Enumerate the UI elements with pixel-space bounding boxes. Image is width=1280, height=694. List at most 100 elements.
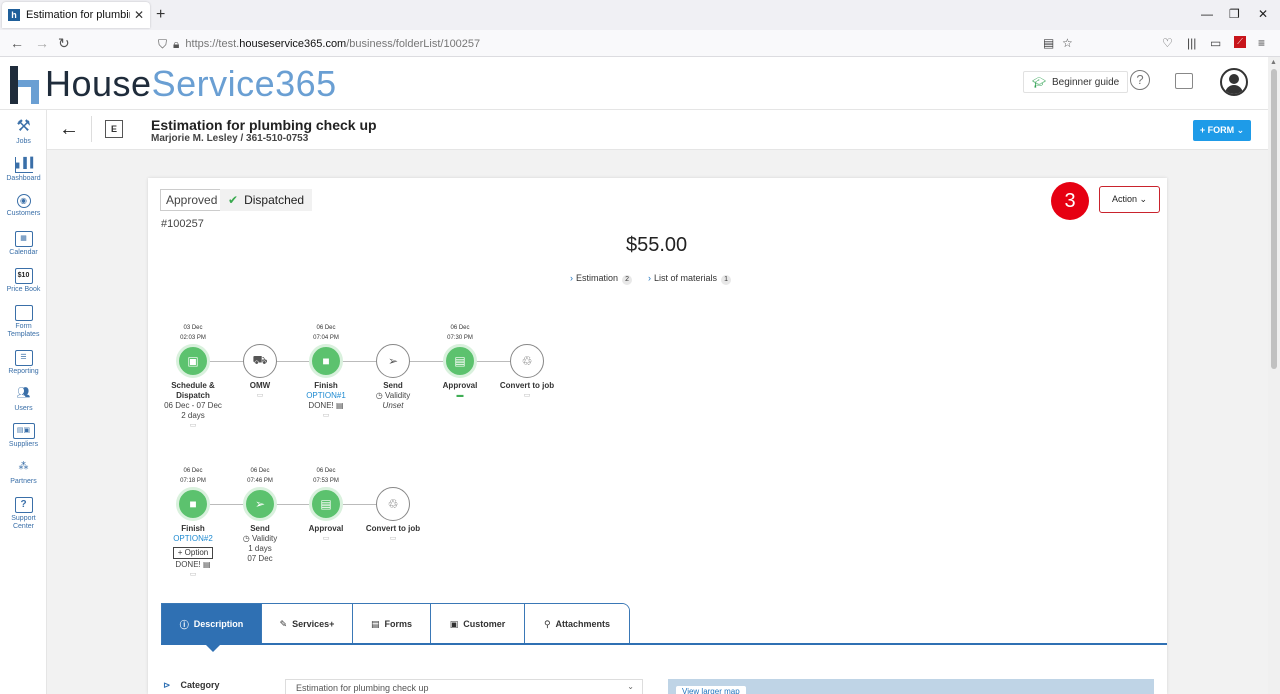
document-icon[interactable]: ▤ [203,560,211,569]
comment-icon[interactable]: ▭ [358,534,428,544]
browser-tabbar: h Estimation for plumbing check ✕ + — ❐ … [0,0,1280,30]
step-name: Schedule & [171,381,215,390]
action-button[interactable]: Action ⌄ [1099,186,1160,213]
step-time: 02:03 PM [180,335,206,341]
reader-view-icon[interactable]: ▤ [1043,36,1054,50]
tab-attachments[interactable]: ⚲ Attachments [525,604,629,644]
chevron-right-icon: › [570,273,573,283]
reporting-icon: ☰ [14,350,33,366]
tab-label: Attachments [555,619,611,629]
browser-tab[interactable]: h Estimation for plumbing check ✕ [2,2,150,28]
sidebar-item-form-templates[interactable]: Form Templates [0,305,47,339]
add-option-button[interactable]: + Option [172,547,214,559]
scrollbar-thumb[interactable] [1271,69,1277,369]
step-date: 06 Dec [250,468,270,474]
recycle-icon[interactable]: ♲ [376,487,410,521]
chevron-right-icon: › [648,273,651,283]
comment-icon[interactable]: ▭ [158,421,228,431]
paper-plane-icon[interactable]: ➢ [376,344,410,378]
step-name: Finish [181,524,205,533]
option-link[interactable]: OPTION#2 [158,534,228,544]
users-icon: 👥︎ [16,387,31,399]
approval-document-icon[interactable]: ▤ [309,487,343,521]
back-arrow-icon[interactable]: ← [59,118,79,141]
sidebar-item-calendar[interactable]: ▦ Calendar [0,231,47,257]
pocket-icon[interactable]: ♡ [1162,36,1173,50]
logo[interactable]: HouseService365 [7,62,337,104]
maximize-icon[interactable]: ❐ [1229,7,1240,21]
option-link[interactable]: OPTION#1 [291,391,361,401]
menu-icon[interactable]: ≡ [1258,36,1265,50]
location-map[interactable]: View larger map [668,679,1154,694]
chevron-down-icon: ⌄ [627,682,634,691]
comment-icon[interactable]: ▭ [291,534,361,544]
forward-icon[interactable]: → [35,35,49,51]
tab-forms[interactable]: ▤ Forms [353,604,431,644]
sidebar-item-label: Customers [6,210,41,217]
paper-plane-icon[interactable]: ➢ [243,487,277,521]
approval-document-icon[interactable]: ▤ [443,344,477,378]
browser-tab-title: Estimation for plumbing check [26,9,130,21]
step-name: Approval [442,381,478,390]
sidebar-item-customers[interactable]: ◉ Customers [0,194,47,218]
url-bar[interactable]: ⛉ 🔒︎ https://test. houseservice365.com/bu… [150,32,1084,56]
beginner-guide-button[interactable]: 🎓︎ Beginner guide [1023,71,1129,93]
extension-icon[interactable]: ⟋ [1234,36,1246,48]
back-icon[interactable]: ← [10,35,24,51]
sidebar-item-jobs[interactable]: ⚒ Jobs [0,119,47,146]
step-name: Send [250,524,270,533]
comment-icon[interactable]: ▬ [425,391,495,401]
calendar-check-icon[interactable]: ▣ [176,344,210,378]
reload-icon[interactable]: ↻ [58,35,70,52]
comment-icon[interactable]: ▭ [291,411,361,421]
page-scrollbar[interactable]: ▲ [1268,57,1280,694]
comment-icon[interactable]: ▭ [225,391,295,401]
estimation-link[interactable]: › Estimation 2 [570,273,633,285]
new-tab-button[interactable]: + [156,6,165,24]
materials-link[interactable]: › List of materials 1 [648,273,732,285]
tab-services[interactable]: ✎ Services+ [262,604,353,644]
tab-description[interactable]: ⓘ Description [162,604,262,644]
url-path: /business/folderList/100257 [346,38,481,50]
sidebar-item-label: Form [15,323,32,330]
workflow-step-approval-2: 06 Dec 07:53 PM ▤ Approval ▭ [291,466,361,544]
sidebar-item-label: Dashboard [6,175,41,182]
sidebar-item-reporting[interactable]: ☰ Reporting [0,350,47,376]
minimize-icon[interactable]: — [1201,7,1213,21]
clock-icon: ◷ [375,391,383,400]
window-close-icon[interactable]: ✕ [1258,7,1268,21]
sidebar-item-price-book[interactable]: $10 Price Book [0,268,47,294]
bookmark-star-icon[interactable]: ☆ [1062,36,1073,50]
sidebar-item-dashboard[interactable]: ▖▌▍ Dashboard [0,157,47,183]
add-form-button[interactable]: + FORM ⌄ [1193,120,1251,141]
stop-icon[interactable]: ■ [176,487,210,521]
recycle-icon[interactable]: ♲ [510,344,544,378]
sidebar-item-suppliers[interactable]: ▤▣ Suppliers [0,423,47,449]
page-title-bar: ← E Estimation for plumbing check up Mar… [47,110,1268,150]
done-label: DONE! [175,560,201,569]
sidebar-toggle-icon[interactable]: ▭ [1210,36,1221,50]
category-select[interactable]: Estimation for plumbing check up ⌄ [285,679,643,694]
help-icon[interactable]: ? [1130,70,1150,90]
validity-label: Validity [385,391,411,400]
comment-icon[interactable]: ▭ [492,391,562,401]
tab-customer[interactable]: ▣ Customer [431,604,525,644]
view-larger-map-button[interactable]: View larger map [676,686,746,694]
status-dispatched-label: Dispatched [244,193,305,207]
folder-icon[interactable] [1175,73,1193,89]
sidebar-item-users[interactable]: 👥︎ Users [0,387,47,413]
stop-icon[interactable]: ■ [309,344,343,378]
close-tab-icon[interactable]: ✕ [134,8,144,22]
document-icon[interactable]: ▤ [336,401,344,410]
id-card-icon: ▣ [449,618,459,629]
library-icon[interactable]: ||| [1187,36,1196,50]
sidebar-item-partners[interactable]: ⁂ Partners [0,460,47,486]
pencil-icon: ✎ [279,618,288,629]
step-time: 07:30 PM [447,335,473,341]
truck-icon[interactable]: ⛟ [243,344,277,378]
scroll-up-icon[interactable]: ▲ [1270,59,1277,66]
sidebar-item-support-center[interactable]: ? Support Center [0,497,47,531]
validity-date: 07 Dec [247,554,273,563]
avatar[interactable] [1220,68,1248,96]
comment-icon[interactable]: ▭ [158,570,228,580]
